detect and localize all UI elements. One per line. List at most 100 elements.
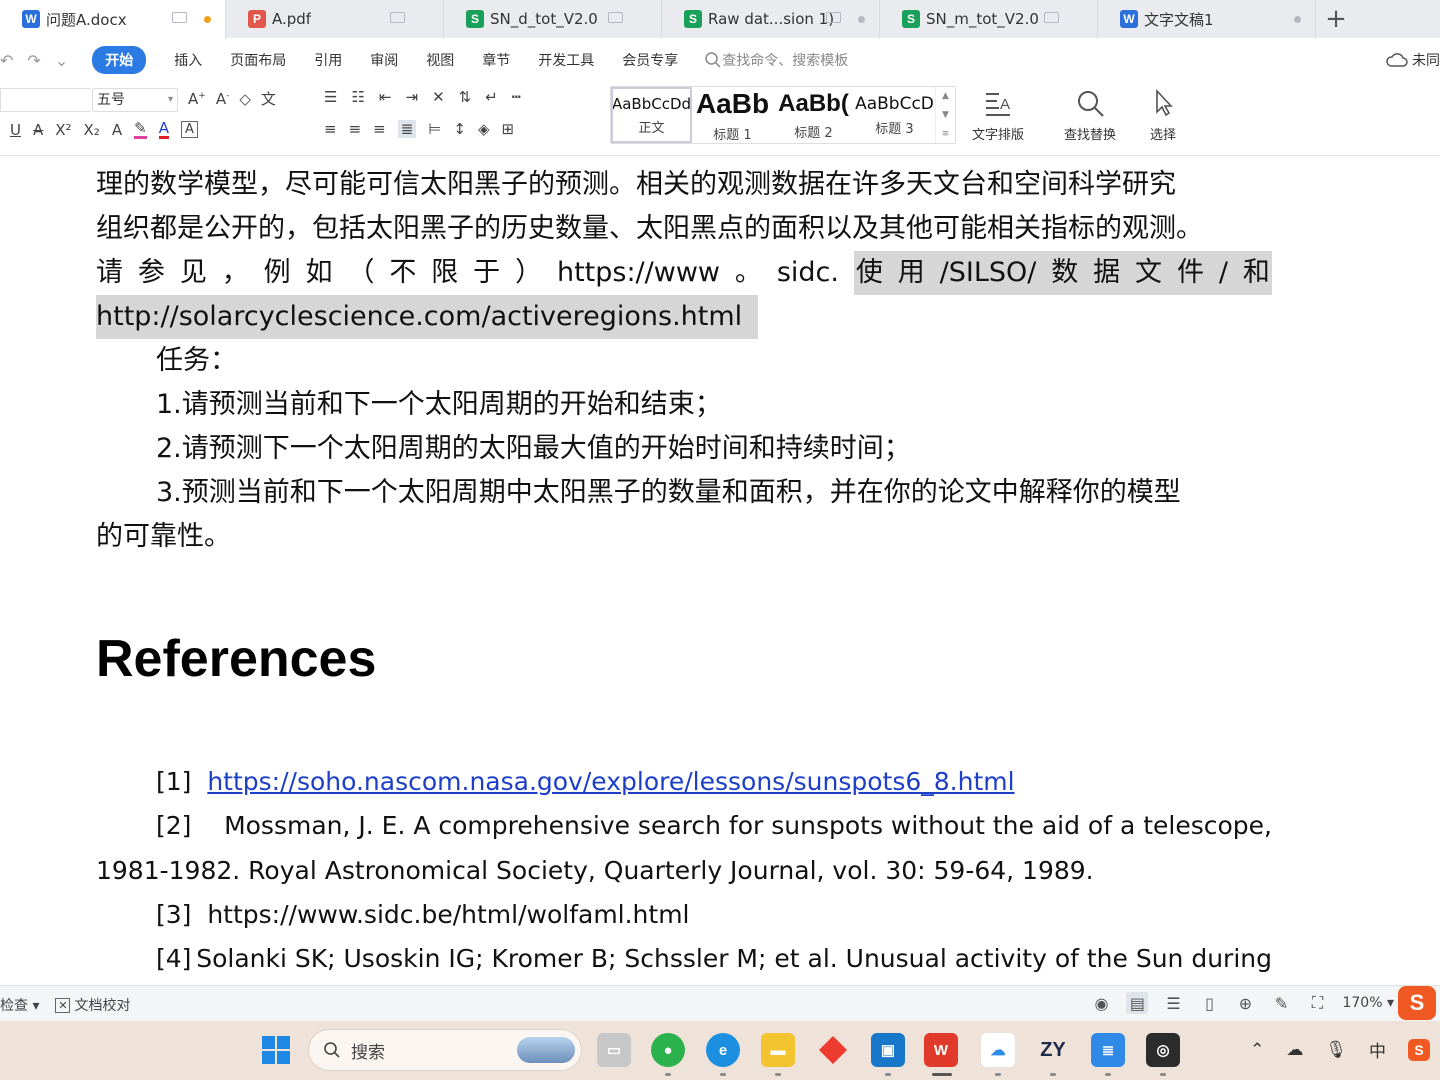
- notepad-icon[interactable]: ≣: [1091, 1033, 1125, 1067]
- ime-indicator[interactable]: 中: [1369, 1037, 1386, 1062]
- text-run: 例: [263, 257, 291, 288]
- blue-window-app-icon[interactable]: ▣: [871, 1033, 905, 1067]
- find-replace-button[interactable]: 查找替换: [1064, 86, 1116, 143]
- font-size-select[interactable]: 五号 ▾: [92, 88, 178, 112]
- wechat-icon[interactable]: ●: [651, 1033, 685, 1067]
- grow-font-icon[interactable]: A+: [188, 90, 206, 108]
- proofread-button[interactable]: ✕ 文档校对: [55, 995, 130, 1015]
- show-marks-icon[interactable]: ↵: [485, 88, 498, 106]
- shading-icon[interactable]: ◈: [478, 120, 490, 138]
- menu-home[interactable]: 开始: [92, 46, 147, 74]
- reading-view-icon[interactable]: ▯: [1198, 992, 1220, 1014]
- new-tab-button[interactable]: +: [1316, 0, 1356, 38]
- font-name-select[interactable]: [0, 88, 90, 112]
- red-diamond-app-icon[interactable]: [816, 1033, 850, 1067]
- superscript-icon[interactable]: X²: [55, 121, 71, 139]
- onedrive-icon[interactable]: ☁: [1286, 1040, 1303, 1060]
- underline-icon[interactable]: U: [10, 121, 21, 139]
- tab-sheet-sn-m[interactable]: S SN_m_tot_V2.0: [880, 0, 1098, 38]
- eye-protection-icon[interactable]: ◉: [1090, 992, 1112, 1014]
- menu-insert[interactable]: 插入: [174, 50, 202, 70]
- distributed-icon[interactable]: ⊨: [428, 120, 441, 138]
- baidu-netdisk-icon[interactable]: ☁: [981, 1033, 1015, 1067]
- sheet-file-icon: S: [684, 10, 702, 28]
- zoom-level[interactable]: 170% ▾: [1342, 995, 1394, 1011]
- tab-docx[interactable]: W 问题A.docx: [0, 0, 226, 38]
- align-center-icon[interactable]: ≡: [349, 120, 362, 138]
- phonetic-icon[interactable]: 文: [261, 88, 276, 109]
- tab-doc-1[interactable]: W 文字文稿1: [1098, 0, 1316, 38]
- wps-office-icon[interactable]: W: [924, 1033, 958, 1067]
- file-explorer-icon[interactable]: ▬: [761, 1033, 795, 1067]
- expand-icon[interactable]: ≡: [942, 129, 950, 139]
- style-heading-3[interactable]: AaBbCcD 标题 3: [854, 87, 935, 143]
- tab-pdf[interactable]: P A.pdf: [226, 0, 444, 38]
- redo-icon[interactable]: ↷: [27, 51, 40, 70]
- page-view-icon[interactable]: ▤: [1126, 992, 1149, 1014]
- decrease-indent-icon[interactable]: ⇤: [379, 88, 392, 106]
- numbered-list-icon[interactable]: ☷: [351, 88, 364, 106]
- bullet-list-icon[interactable]: ☰: [324, 88, 337, 106]
- reference-text: Solanki SK; Usoskin IG; Kromer B; Schssl…: [196, 944, 1272, 973]
- outline-view-icon[interactable]: ☰: [1162, 992, 1184, 1014]
- style-normal[interactable]: AaBbCcDd 正文: [611, 87, 692, 143]
- borders-icon[interactable]: ⊞: [502, 120, 515, 138]
- menu-references[interactable]: 引用: [314, 50, 342, 70]
- strikethrough-icon[interactable]: A: [33, 121, 43, 139]
- cloud-sync-status[interactable]: 未同: [1386, 50, 1440, 70]
- menu-member[interactable]: 会员专享: [622, 50, 678, 70]
- spell-check-button[interactable]: 检查 ▾: [0, 995, 39, 1015]
- highlight-color-icon[interactable]: ✎: [134, 120, 147, 139]
- align-left-icon[interactable]: ≡: [324, 120, 337, 138]
- text-run: 。: [734, 257, 762, 288]
- chevron-up-icon[interactable]: ▲: [942, 91, 949, 101]
- menu-view[interactable]: 视图: [426, 50, 454, 70]
- microphone-icon[interactable]: 🎙: [1325, 1040, 1347, 1060]
- selected-text: 使 用 /SILSO/ 数 据 文 件 / 和: [853, 251, 1272, 295]
- task-view-icon[interactable]: ▭: [597, 1033, 631, 1067]
- pen-icon[interactable]: ✎: [1270, 992, 1292, 1014]
- screen-capture-icon[interactable]: ◎: [1146, 1033, 1180, 1067]
- taskbar-search[interactable]: 搜索: [308, 1029, 582, 1071]
- chinese-layout-icon[interactable]: ✕: [432, 88, 445, 106]
- sogou-tray-icon[interactable]: S: [1408, 1038, 1430, 1061]
- chevron-down-icon[interactable]: ▼: [942, 110, 949, 120]
- subscript-icon[interactable]: X₂: [84, 121, 100, 139]
- tab-sheet-sn-d[interactable]: S SN_d_tot_V2.0: [444, 0, 662, 38]
- increase-indent-icon[interactable]: ⇥: [405, 88, 418, 106]
- fit-page-icon[interactable]: ⛶: [1306, 992, 1328, 1014]
- clear-format-icon[interactable]: ◇: [239, 90, 251, 108]
- ruler-icon[interactable]: ┅: [512, 88, 521, 106]
- svg-text:A: A: [1000, 96, 1010, 113]
- undo-icon[interactable]: ↶: [0, 51, 13, 70]
- align-right-icon[interactable]: ≡: [373, 120, 386, 138]
- windows-start-icon[interactable]: [259, 1033, 293, 1067]
- style-gallery-scroll[interactable]: ▲ ▼ ≡: [935, 87, 955, 143]
- web-view-icon[interactable]: ⊕: [1234, 992, 1256, 1014]
- menu-page-layout[interactable]: 页面布局: [230, 50, 286, 70]
- shrink-font-icon[interactable]: A-: [216, 90, 230, 108]
- menu-section[interactable]: 章节: [482, 50, 510, 70]
- edge-browser-icon[interactable]: e: [706, 1033, 740, 1067]
- justify-icon[interactable]: ≣: [397, 120, 417, 138]
- text-effect-icon[interactable]: A: [112, 121, 122, 139]
- char-border-icon[interactable]: A: [180, 121, 198, 138]
- tab-sheet-raw[interactable]: S Raw dat...sion 1): [662, 0, 880, 38]
- menu-review[interactable]: 审阅: [370, 50, 398, 70]
- style-preview: AaBbCcDd: [611, 94, 692, 113]
- zy-app-icon[interactable]: ZY: [1036, 1033, 1070, 1067]
- reference-link[interactable]: https://soho.nascom.nasa.gov/explore/les…: [207, 767, 1014, 796]
- font-color-icon[interactable]: A: [158, 120, 169, 139]
- sogou-ime-icon[interactable]: S: [1398, 986, 1436, 1020]
- menu-developer[interactable]: 开发工具: [538, 50, 594, 70]
- text-layout-button[interactable]: A 文字排版: [972, 86, 1024, 143]
- style-heading-1[interactable]: AaBb 标题 1: [692, 87, 773, 143]
- document-canvas[interactable]: 理的数学模型，尽可能可信太阳黑子的预测。相关的观测数据在许多天文台和空间科学研究…: [0, 157, 1440, 985]
- style-heading-2[interactable]: AaBb( 标题 2: [773, 87, 854, 143]
- select-button[interactable]: 选择: [1146, 86, 1180, 143]
- command-search[interactable]: 查找命令、搜索模板: [704, 50, 848, 70]
- chevron-down-icon[interactable]: ⌄: [55, 51, 68, 70]
- line-spacing-icon[interactable]: ↕: [453, 120, 466, 138]
- chevron-up-icon[interactable]: ⌃: [1250, 1040, 1264, 1060]
- sort-icon[interactable]: ⇅: [459, 88, 472, 106]
